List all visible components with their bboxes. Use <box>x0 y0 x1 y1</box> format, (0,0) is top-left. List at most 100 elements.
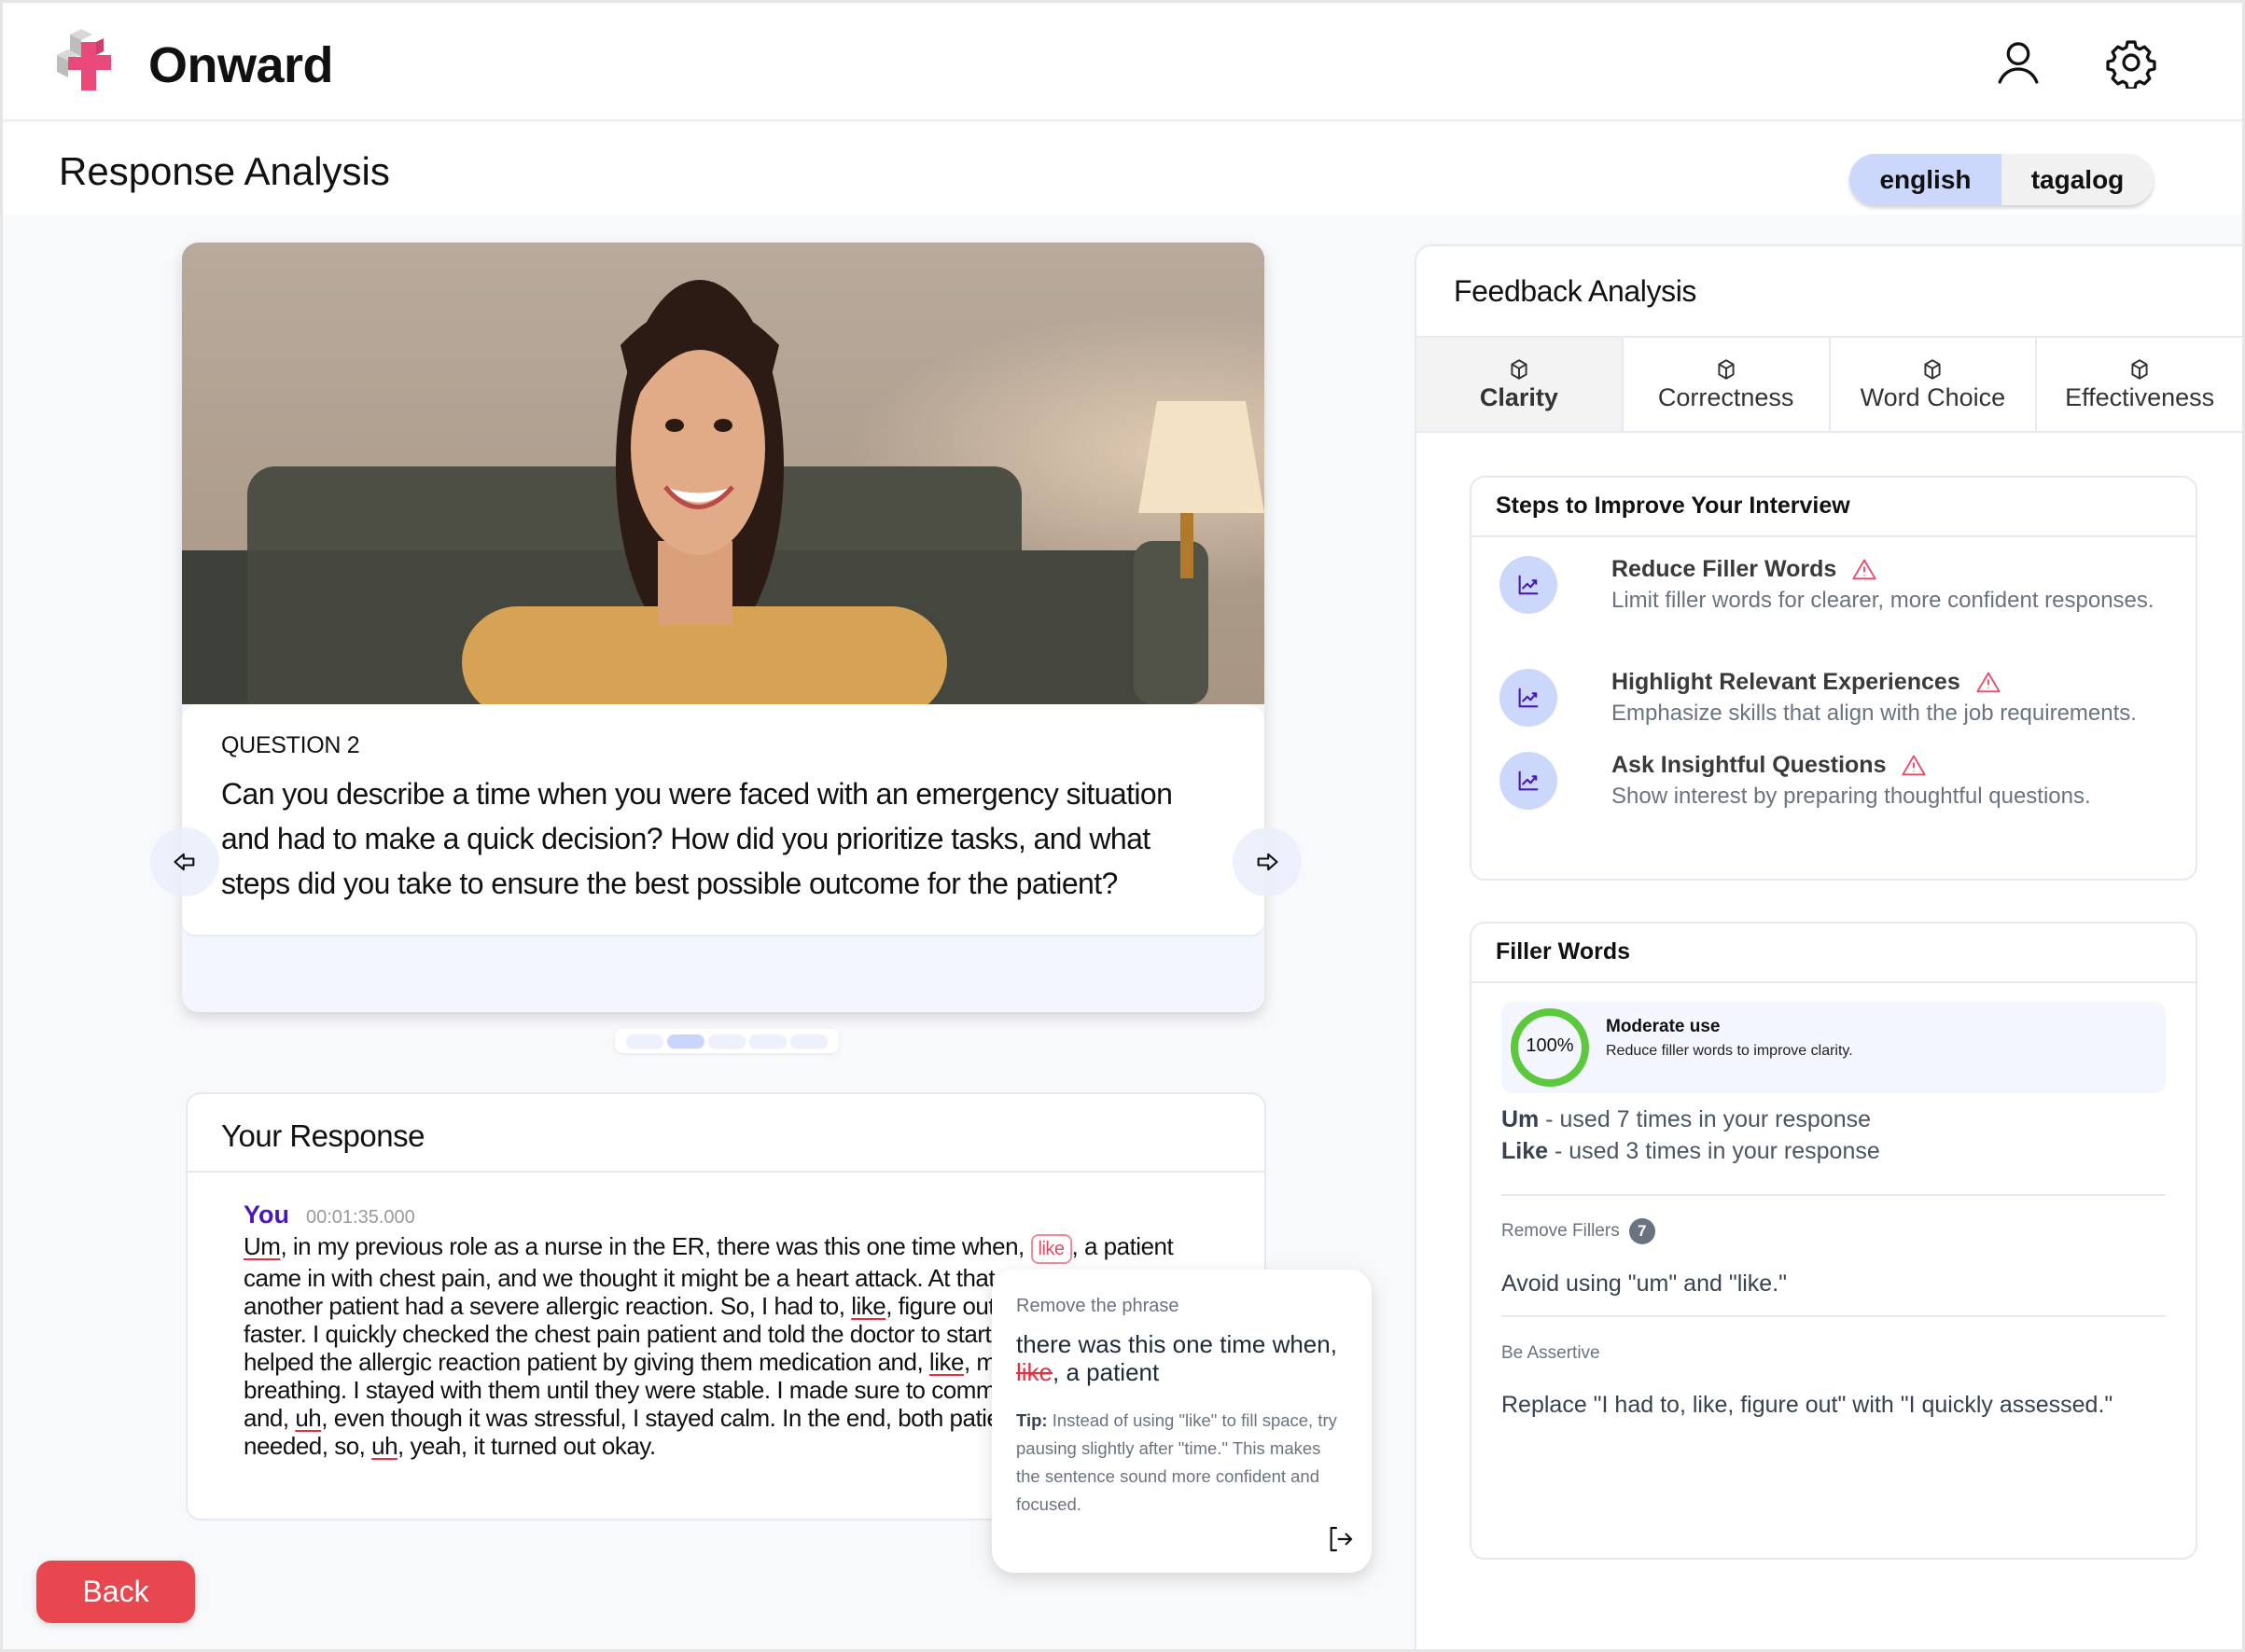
arrow-right-icon <box>1257 853 1278 871</box>
arrow-left-icon <box>174 853 195 871</box>
response-title: Your Response <box>188 1094 1264 1173</box>
step-item: Ask Insightful Questions Show interest b… <box>1499 752 2209 812</box>
step-title-text: Reduce Filler Words <box>1611 556 1837 582</box>
apply-suggestion-icon[interactable] <box>1325 1524 1355 1554</box>
filler-usage-summary: 100% Moderate use Reduce filler words to… <box>1501 1002 2166 1093</box>
tip-text: Instead of using "like" to fill space, t… <box>1016 1410 1337 1514</box>
step-title-text: Ask Insightful Questions <box>1611 752 1887 778</box>
tab-label: Correctness <box>1657 382 1794 411</box>
usage-level: Moderate use <box>1606 1017 1721 1036</box>
popover-tip: Tip: Instead of using "like" to fill spa… <box>1016 1407 1347 1519</box>
feedback-title: Feedback Analysis <box>1454 274 1697 308</box>
speaker-line: You 00:01:35.000 <box>244 1201 415 1229</box>
question-text: Can you describe a time when you were fa… <box>221 777 1173 900</box>
tab-effectiveness[interactable]: Effectiveness <box>2037 338 2242 431</box>
filler-percent-label: 100% <box>1526 1035 1574 1056</box>
trending-chart-icon <box>1518 687 1539 708</box>
remove-fillers-label: Remove Fillers 7 <box>1501 1218 1655 1244</box>
step-description: Limit filler words for clearer, more con… <box>1611 588 2154 613</box>
cube-icon <box>1718 358 1735 380</box>
step-item: Highlight Relevant Experiences Emphasize… <box>1499 669 2209 729</box>
tab-label: Effectiveness <box>2065 382 2215 411</box>
transcript-segment: , yeah, it turned out okay. <box>397 1432 656 1460</box>
app-window: Onward Response Analysis english tagalog <box>3 3 2242 1649</box>
divider <box>1501 1315 2166 1317</box>
language-option-tagalog[interactable]: tagalog <box>2001 154 2154 205</box>
brand-name: Onward <box>148 37 334 93</box>
step-icon <box>1499 669 1557 727</box>
step-item: Reduce Filler Words Limit filler words f… <box>1499 556 2209 617</box>
question-card: QUESTION 2 Can you describe a time when … <box>182 243 1264 1012</box>
title-bar: Response Analysis english tagalog <box>3 123 2242 215</box>
profile-button[interactable] <box>1992 36 2044 89</box>
remove-fillers-count-badge: 7 <box>1628 1218 1655 1244</box>
filler-word-highlight[interactable]: Um <box>244 1232 281 1260</box>
filler-count-text: - used 7 times in your response <box>1539 1106 1872 1132</box>
question-pagination <box>615 1029 839 1053</box>
warning-icon <box>1976 672 2001 692</box>
filler-words-card: Filler Words 100% Moderate use Reduce fi… <box>1470 922 2197 1560</box>
user-icon <box>1998 42 2039 84</box>
previous-question-button[interactable] <box>150 827 219 896</box>
feedback-panel: Feedback Analysis Clarity Correctness Wo… <box>1415 244 2242 1649</box>
tab-label: Word Choice <box>1860 382 2006 411</box>
step-title: Highlight Relevant Experiences <box>1611 669 2209 696</box>
filler-word-highlight[interactable]: like <box>929 1348 965 1376</box>
pagination-dot-5[interactable] <box>790 1034 828 1048</box>
filler-count-like: Like - used 3 times in your response <box>1501 1138 1880 1165</box>
step-title: Ask Insightful Questions <box>1611 752 2209 779</box>
language-option-english[interactable]: english <box>1849 154 2001 205</box>
popover-phrase: there was this one time when, like, a pa… <box>1016 1330 1347 1386</box>
back-button[interactable]: Back <box>36 1561 195 1623</box>
transcript-segment: , in my previous role as a nurse in the … <box>280 1232 1031 1260</box>
phrase-before: there was this one time when, <box>1016 1330 1337 1358</box>
popover-label: Remove the phrase <box>1016 1296 1179 1316</box>
pagination-dot-1[interactable] <box>626 1034 663 1048</box>
filler-count-text: - used 3 times in your response <box>1548 1138 1880 1164</box>
remove-fillers-tip: Avoid using "um" and "like." <box>1501 1270 1788 1297</box>
video-player[interactable] <box>182 243 1264 704</box>
tab-label: Clarity <box>1479 382 1558 411</box>
filler-word-highlight[interactable]: uh <box>295 1404 321 1432</box>
pagination-dot-3[interactable] <box>708 1034 746 1048</box>
be-assertive-label: Be Assertive <box>1501 1343 1600 1363</box>
trending-chart-icon <box>1518 770 1539 791</box>
step-title-text: Highlight Relevant Experiences <box>1611 669 1960 695</box>
cube-icon <box>1924 358 1941 380</box>
usage-description: Reduce filler words to improve clarity. <box>1606 1043 1853 1059</box>
speaker-name: You <box>244 1201 289 1229</box>
pagination-dot-2[interactable] <box>667 1034 704 1048</box>
cube-icon <box>2131 358 2148 380</box>
question-label: QUESTION 2 <box>221 732 360 758</box>
step-description: Show interest by preparing thoughtful qu… <box>1611 784 2091 809</box>
step-title: Reduce Filler Words <box>1611 556 2209 583</box>
trending-chart-icon <box>1518 575 1539 595</box>
phrase-struck-word: like <box>1016 1358 1053 1386</box>
tab-clarity[interactable]: Clarity <box>1416 338 1624 431</box>
gear-icon <box>2106 40 2156 90</box>
divider <box>1501 1194 2166 1196</box>
candidate-video-frame <box>182 243 1264 704</box>
language-toggle: english tagalog <box>1849 154 2154 205</box>
tab-word-choice[interactable]: Word Choice <box>1831 338 2038 431</box>
pagination-dot-4[interactable] <box>749 1034 787 1048</box>
steps-card: Steps to Improve Your Interview Reduce F… <box>1470 476 2197 881</box>
warning-icon <box>1902 755 1927 775</box>
cube-icon <box>1511 358 1527 380</box>
settings-button[interactable] <box>2105 36 2157 90</box>
tab-correctness[interactable]: Correctness <box>1624 338 1831 431</box>
question-panel: QUESTION 2 Can you describe a time when … <box>182 704 1264 935</box>
be-assertive-tip: Replace "I had to, like, figure out" wit… <box>1501 1392 2113 1418</box>
tip-label: Tip: <box>1016 1410 1048 1430</box>
feedback-tabs: Clarity Correctness Word Choice Effectiv… <box>1416 336 2242 433</box>
remove-fillers-text: Remove Fillers <box>1501 1221 1620 1241</box>
step-icon <box>1499 556 1557 614</box>
filler-word-highlight[interactable]: uh <box>371 1432 397 1460</box>
step-description: Emphasize skills that align with the job… <box>1611 701 2137 726</box>
timestamp: 00:01:35.000 <box>306 1207 415 1228</box>
page-title: Response Analysis <box>59 149 390 193</box>
onward-logo-icon <box>57 29 111 90</box>
selected-filler-word[interactable]: like <box>1030 1234 1072 1264</box>
filler-word-highlight[interactable]: like <box>851 1292 886 1320</box>
next-question-button[interactable] <box>1233 827 1302 896</box>
